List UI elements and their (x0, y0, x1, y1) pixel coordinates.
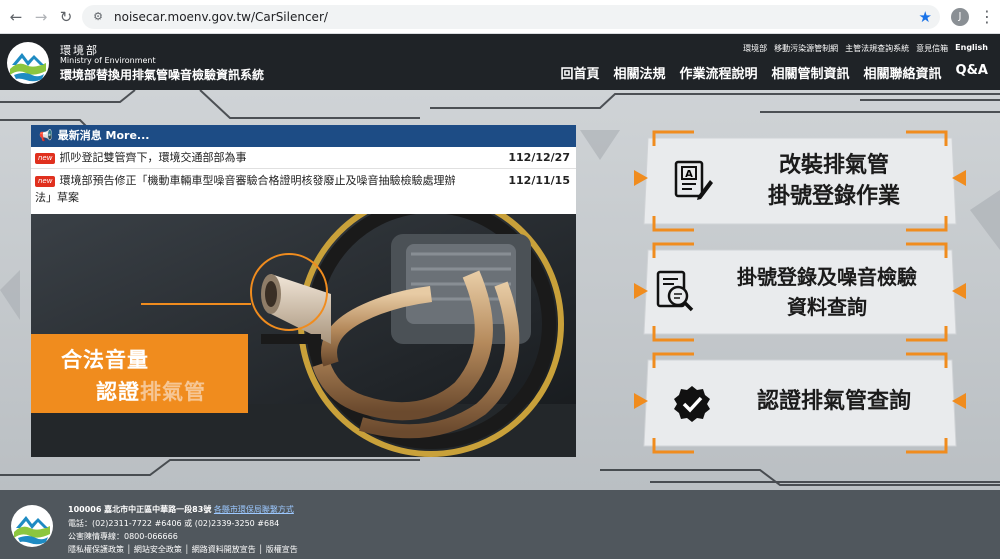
site-title[interactable]: 環境部替換用排氣管噪音檢驗資訊系統 (60, 66, 264, 83)
card-title[interactable]: 掛號登錄及噪音檢驗 資料查詢 (702, 262, 952, 322)
news-item[interactable]: new 環境部預告修正「機動車輛車型噪音審驗合格證明核發廢止及噪音抽驗檢驗處理辦 … (31, 169, 576, 214)
footer-contact-link[interactable]: 各縣市環保局聯繫方式 (214, 505, 294, 514)
nav-control-info[interactable]: 相關管制資訊 (772, 63, 850, 82)
news-title[interactable]: 抓吵登記雙管齊下，環境交通部部為事 (59, 151, 246, 164)
link-moenv[interactable]: 環境部 (743, 43, 767, 54)
hero-line1: 合法音量 (61, 348, 149, 372)
card-title-line1[interactable]: 掛號登錄及噪音檢驗 (702, 262, 952, 292)
link-feedback[interactable]: 意見信箱 (916, 43, 948, 54)
hero-line2a: 認證 (96, 380, 140, 404)
document-search-icon (656, 270, 694, 312)
footer-policy-links[interactable]: 隱私權保護政策 │ 網站安全政策 │ 網路資料開放宣告 │ 版權宣告 (68, 544, 298, 555)
main-nav: 回首頁 相關法規 作業流程說明 相關管制資訊 相關聯絡資訊 Q&A (560, 63, 988, 82)
nav-home[interactable]: 回首頁 (560, 63, 599, 82)
document-edit-icon: A (674, 160, 713, 200)
hero-banner[interactable]: 合法音量 認證排氣管 (31, 214, 576, 457)
reload-icon[interactable]: ↻ (56, 7, 76, 27)
news-item[interactable]: new 抓吵登記雙管齊下，環境交通部部為事 112/12/27 (31, 147, 576, 169)
link-english[interactable]: English (955, 43, 988, 54)
card-title-line2[interactable]: 掛號登錄作業 (724, 181, 944, 212)
card-registration-noise-query[interactable]: 掛號登錄及噪音檢驗 資料查詢 (634, 240, 966, 344)
bookmark-star-icon[interactable]: ★ (919, 7, 932, 27)
footer-phone: 電話：(02)2311-7722 #6406 或 (02)2339-3250 #… (68, 519, 280, 528)
card-title-line1[interactable]: 認證排氣管查詢 (724, 386, 944, 418)
hero-label: 合法音量 認證排氣管 (31, 334, 248, 413)
main-content: 📢 最新消息 More... new 抓吵登記雙管齊下，環境交通部部為事 112/1… (0, 90, 1000, 490)
site-footer: 100006 嘉北市中正區中華路一段83號 各縣市環保局聯繫方式 電話：(02)… (0, 490, 1000, 559)
news-header[interactable]: 📢 最新消息 More... (31, 125, 576, 147)
profile-avatar[interactable]: J (951, 8, 969, 26)
new-badge: new (35, 176, 56, 187)
footer-address-line: 100006 嘉北市中正區中華路一段83號 各縣市環保局聯繫方式 (68, 504, 294, 515)
link-mobile-pollution[interactable]: 移動污染源管制網 (774, 43, 838, 54)
site-info-icon[interactable]: ⚙ (90, 9, 106, 25)
card-title[interactable]: 改裝排氣管 掛號登錄作業 (724, 150, 944, 212)
nav-regulations[interactable]: 相關法規 (613, 63, 665, 82)
card-certified-exhaust-query[interactable]: 認證排氣管查詢 (634, 350, 966, 456)
forward-icon[interactable]: → (31, 7, 51, 27)
nav-process[interactable]: 作業流程說明 (680, 63, 758, 82)
news-date: 112/11/15 (508, 174, 570, 187)
certified-badge-icon (674, 386, 710, 422)
ministry-logo[interactable] (6, 41, 50, 85)
new-badge: new (35, 153, 56, 164)
footer-address: 100006 嘉北市中正區中華路一段83號 (68, 505, 212, 514)
org-name-en: Ministry of Environment (60, 56, 156, 65)
news-heading[interactable]: 最新消息 More... (58, 129, 150, 142)
address-bar[interactable]: ⚙ noisecar.moenv.gov.tw/CarSilencer/ ★ (82, 5, 940, 29)
news-title-line2[interactable]: 法」草案 (35, 191, 79, 204)
hero-line2b: 排氣管 (140, 380, 206, 404)
footer-ministry-logo (11, 505, 53, 547)
browser-menu-icon[interactable]: ⋮ (979, 6, 995, 28)
site-header: 環境部 Ministry of Environment 環境部替換用排氣管噪音檢… (0, 34, 1000, 90)
nav-qa[interactable]: Q&A (956, 63, 988, 82)
svg-text:A: A (685, 169, 693, 180)
card-exhaust-registration[interactable]: A 改裝排氣管 掛號登錄作業 (634, 128, 966, 234)
back-icon[interactable]: ← (6, 7, 26, 27)
card-title[interactable]: 認證排氣管查詢 (724, 386, 944, 418)
hero-line2: 認證排氣管 (96, 376, 206, 406)
news-date: 112/12/27 (508, 151, 570, 164)
news-title-line1[interactable]: 環境部預告修正「機動車輛車型噪音審驗合格證明核發廢止及噪音抽驗檢驗處理辦 (59, 174, 455, 187)
browser-toolbar: ← → ↻ ⚙ noisecar.moenv.gov.tw/CarSilence… (0, 0, 1000, 34)
link-law-query[interactable]: 主管法規查詢系統 (845, 43, 909, 54)
url-text[interactable]: noisecar.moenv.gov.tw/CarSilencer/ (114, 5, 328, 29)
footer-hotline: 公害陳情專線：0800-066666 (68, 532, 178, 541)
card-title-line1[interactable]: 改裝排氣管 (724, 150, 944, 181)
megaphone-icon: 📢 (39, 129, 53, 142)
card-title-line2[interactable]: 資料查詢 (702, 292, 952, 322)
nav-contact-info[interactable]: 相關聯絡資訊 (864, 63, 942, 82)
utility-links: 環境部 移動污染源管制網 主管法規查詢系統 意見信箱 English (743, 43, 988, 54)
news-panel: 📢 最新消息 More... new 抓吵登記雙管齊下，環境交通部部為事 112/1… (31, 125, 576, 214)
